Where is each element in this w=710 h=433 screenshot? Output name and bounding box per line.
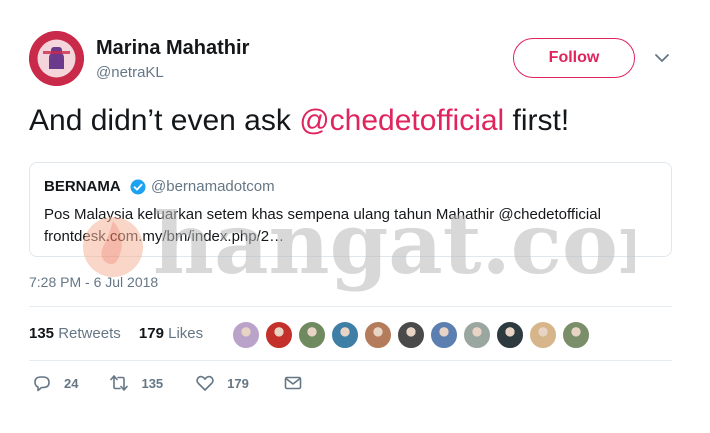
tweet-text: And didn’t even ask @chedetofficial firs… <box>29 101 569 141</box>
direct-message-action[interactable] <box>283 373 303 393</box>
like-count: 179 <box>227 375 249 391</box>
tweet-mention-link[interactable]: @chedetofficial <box>299 104 504 137</box>
author-name[interactable]: Marina Mahathir <box>96 37 249 60</box>
author-handle[interactable]: @netraKL <box>96 64 164 81</box>
liker-avatar[interactable] <box>265 321 293 349</box>
chevron-down-icon[interactable] <box>654 50 670 66</box>
liker-avatar[interactable] <box>232 321 260 349</box>
engagement-stats: 135 Retweets 179 Likes <box>29 325 203 342</box>
retweet-action[interactable]: 135 <box>109 373 163 393</box>
liker-avatar[interactable] <box>364 321 392 349</box>
liker-avatar[interactable] <box>562 321 590 349</box>
liker-avatars <box>232 321 595 349</box>
tweet-actions: 24 135 179 <box>29 373 303 393</box>
retweet-count: 135 <box>141 375 164 391</box>
reply-action[interactable]: 24 <box>32 373 78 393</box>
like-action[interactable]: 179 <box>195 373 249 393</box>
reply-icon <box>34 376 50 392</box>
tweet-timestamp[interactable]: 7:28 PM - 6 Jul 2018 <box>29 274 158 290</box>
quoted-tweet-link: frontdesk.com.my/bm/index.php/2… <box>44 228 285 245</box>
liker-avatar[interactable] <box>463 321 491 349</box>
retweets-label[interactable]: Retweets <box>58 325 121 342</box>
envelope-icon <box>284 376 302 390</box>
likes-count[interactable]: 179 <box>139 325 164 342</box>
divider <box>29 306 672 307</box>
liker-avatar[interactable] <box>430 321 458 349</box>
quoted-tweet-text: Pos Malaysia keluarkan setem khas sempen… <box>44 206 601 223</box>
liker-avatar[interactable] <box>529 321 557 349</box>
retweet-icon <box>110 375 129 391</box>
retweets-count[interactable]: 135 <box>29 325 54 342</box>
quoted-author-handle: @bernamadotcom <box>151 178 275 195</box>
reply-count: 24 <box>64 375 79 391</box>
tweet-text-before: And didn’t even ask <box>29 104 300 137</box>
divider <box>29 360 672 361</box>
verified-badge-icon <box>130 179 146 195</box>
liker-avatar[interactable] <box>298 321 326 349</box>
quoted-tweet-card[interactable]: BERNAMA @bernamadotcom Pos Malaysia kelu… <box>29 162 672 257</box>
liker-avatar[interactable] <box>331 321 359 349</box>
avatar-logo <box>29 31 84 86</box>
follow-button[interactable]: Follow <box>513 38 635 78</box>
liker-avatar[interactable] <box>496 321 524 349</box>
liker-avatar[interactable] <box>397 321 425 349</box>
quoted-author-name: BERNAMA <box>44 178 121 195</box>
heart-icon <box>196 375 214 391</box>
avatar[interactable] <box>29 31 84 86</box>
likes-label[interactable]: Likes <box>168 325 203 342</box>
tweet-text-after: first! <box>504 104 570 137</box>
